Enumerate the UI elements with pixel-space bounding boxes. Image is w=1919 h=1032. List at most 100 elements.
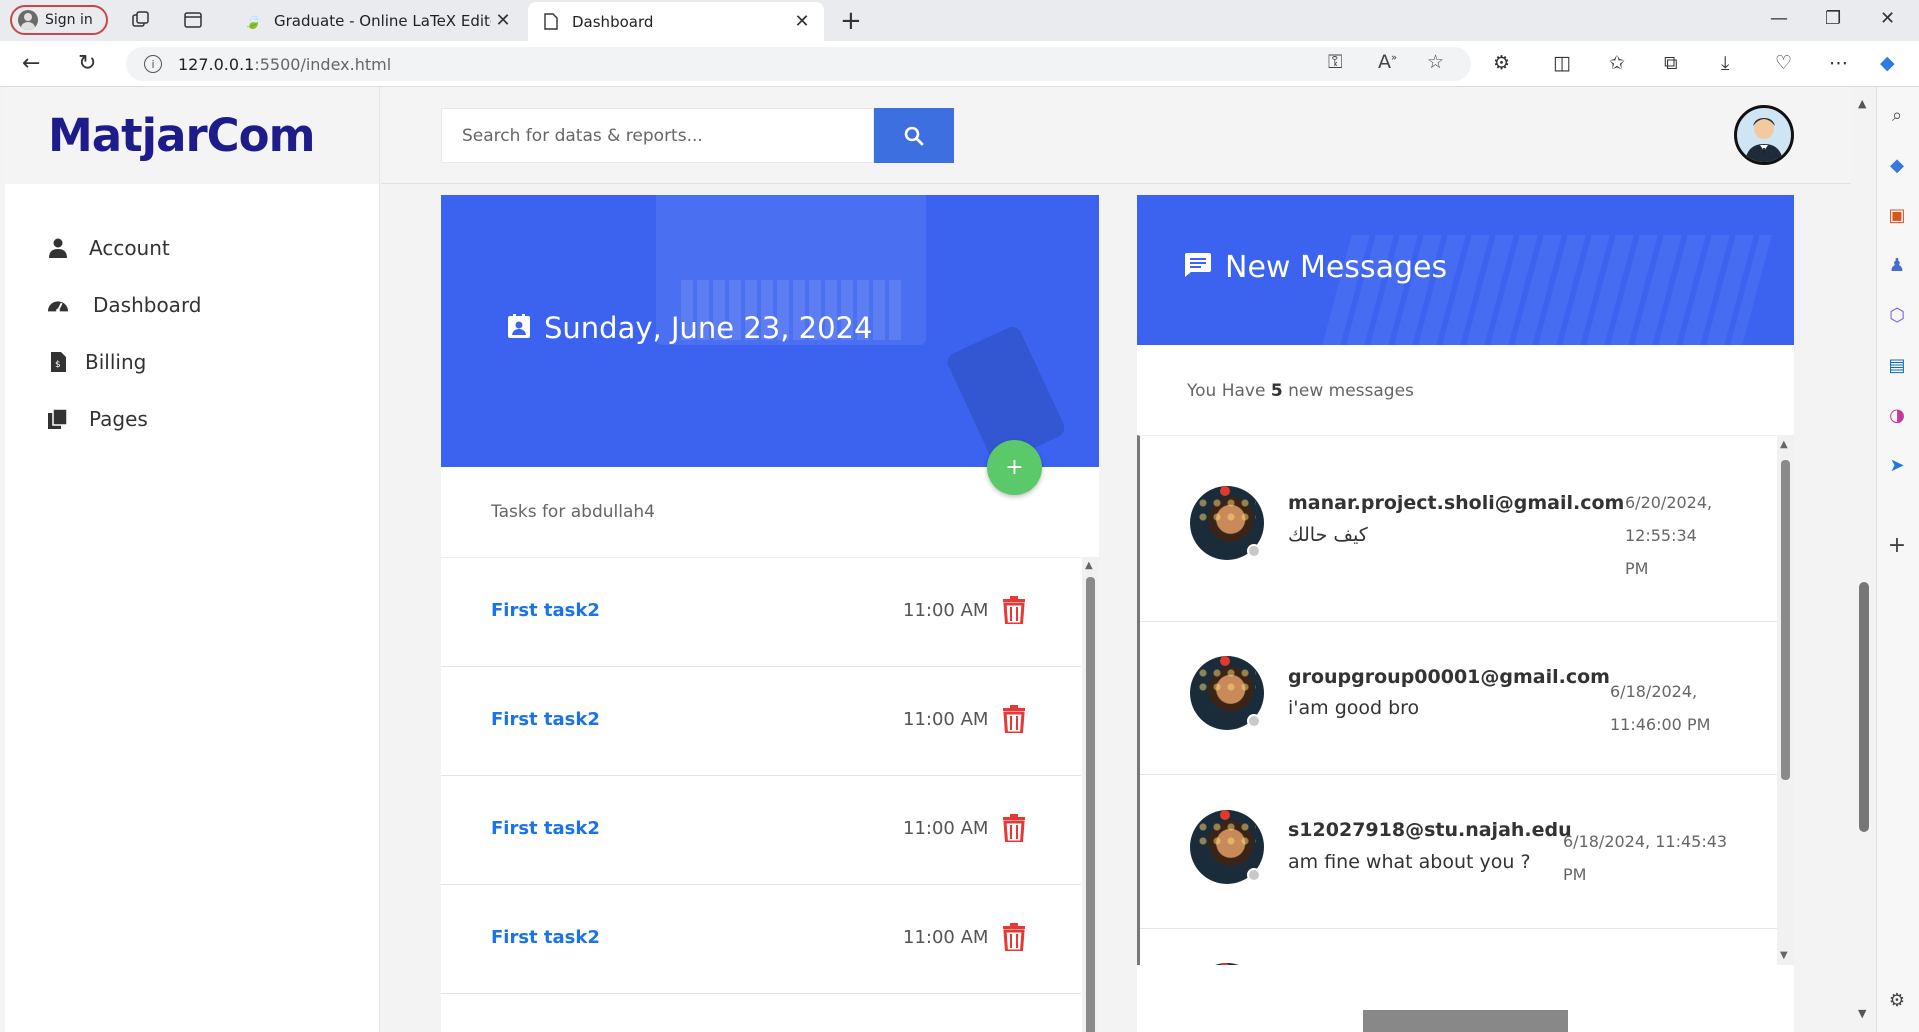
scroll-down-icon[interactable]: ▼	[1780, 950, 1788, 961]
task-row: First task2 11:00 AM	[441, 885, 1081, 994]
close-tab-icon[interactable]: ✕	[790, 11, 814, 32]
sidebar-item-pages[interactable]: Pages	[47, 407, 148, 431]
message-time: 6/18/2024, 11:46:00 PM	[1610, 675, 1710, 741]
message-list: manar.project.sholi@gmail.com كيف حالك 6…	[1137, 435, 1777, 965]
page-icon	[542, 13, 560, 31]
scroll-up-icon[interactable]: ▲	[1085, 560, 1093, 571]
delete-task-icon[interactable]	[1003, 923, 1025, 955]
profile-icon	[18, 10, 38, 30]
task-time: 11:00 AM	[903, 709, 989, 730]
extensions-icon[interactable]: ⚙	[1493, 52, 1510, 74]
task-row: First task2 11:00 AM	[441, 667, 1081, 776]
task-time: 11:00 AM	[903, 818, 989, 839]
top-bar: Search for datas & reports...	[381, 87, 1851, 184]
m365-icon[interactable]: ⬡	[1882, 300, 1912, 330]
info-icon[interactable]: i	[144, 55, 162, 73]
scroll-up-icon[interactable]: ▲	[1780, 439, 1788, 450]
task-name-link[interactable]: First task2	[491, 927, 600, 948]
back-icon[interactable]: ←	[22, 51, 40, 76]
designer-icon[interactable]: ◑	[1882, 400, 1912, 430]
message-time: 6/20/2024, 12:55:34 PM	[1625, 486, 1712, 585]
message-time-line: 6/18/2024, 11:45:43	[1563, 832, 1728, 851]
scrollbar-thumb[interactable]	[1781, 460, 1790, 780]
task-name-link[interactable]: First task2	[491, 600, 600, 621]
scroll-down-icon[interactable]: ▼	[1858, 1007, 1866, 1020]
sidebar-item-dashboard[interactable]: Dashboard	[47, 293, 202, 317]
close-window-icon[interactable]: ✕	[1880, 8, 1895, 29]
pages-icon	[47, 409, 69, 429]
minimize-icon[interactable]: —	[1770, 8, 1788, 29]
delete-task-icon[interactable]	[1003, 705, 1025, 737]
task-name-link[interactable]: First task2	[491, 818, 600, 839]
brand-logo[interactable]: MatjarCom	[48, 109, 315, 162]
tab-overleaf[interactable]: 🍃 Graduate - Online LaTeX Editor O ✕	[230, 0, 525, 41]
offline-status-dot	[1247, 714, 1261, 728]
task-row: First task2 11:00 AM	[441, 558, 1081, 667]
add-task-button[interactable]: +	[987, 440, 1042, 495]
page-scrollbar[interactable]: ▲ ▼	[1851, 87, 1876, 1032]
sign-in-button[interactable]: Sign in	[10, 5, 108, 35]
browser-essentials-icon[interactable]: ♡	[1775, 52, 1792, 74]
more-icon[interactable]: ⋯	[1829, 52, 1848, 74]
message-list-scrollbar[interactable]: ▲ ▼	[1777, 435, 1794, 965]
outlook-icon[interactable]: ▤	[1882, 350, 1912, 380]
chat-icon	[1185, 250, 1211, 285]
offline-status-dot	[1247, 868, 1261, 882]
message-time-line: 6/18/2024,	[1610, 682, 1698, 701]
message-row[interactable]: manar.project.sholi@gmail.com كيف حالك 6…	[1140, 436, 1777, 622]
address-bar-row: ← ↻ i 127.0.0.1:5500/index.html	[0, 41, 1919, 87]
tab-dashboard[interactable]: Dashboard ✕	[528, 2, 824, 41]
messages-title: New Messages	[1185, 250, 1447, 285]
messages-card: New Messages You Have 5 new messages man…	[1137, 195, 1794, 1032]
scrollbar-thumb[interactable]	[1859, 582, 1869, 832]
add-icon[interactable]: +	[1882, 530, 1912, 560]
web-page: MatjarCom Search for datas & reports... …	[5, 87, 1851, 1032]
tools-icon[interactable]: ▣	[1882, 200, 1912, 230]
favorite-star-icon[interactable]: ☆	[1427, 51, 1444, 73]
restore-icon[interactable]: ❐	[1825, 8, 1841, 29]
games-icon[interactable]: ♟	[1882, 250, 1912, 280]
delete-task-icon[interactable]	[1003, 814, 1025, 846]
task-time: 11:00 AM	[903, 927, 989, 948]
user-avatar[interactable]	[1734, 105, 1794, 165]
message-time: 6/18/2024, 11:45:43 PM	[1563, 825, 1727, 891]
sidebar-item-account[interactable]: Account	[47, 236, 170, 260]
delete-task-icon[interactable]	[1003, 596, 1025, 628]
load-more-button[interactable]	[1363, 1010, 1568, 1032]
split-screen-icon[interactable]: ◫	[1553, 52, 1571, 74]
url-field[interactable]: i 127.0.0.1:5500/index.html	[126, 47, 1471, 81]
search-button[interactable]	[874, 108, 954, 163]
copilot-icon[interactable]: ◆	[1880, 52, 1895, 74]
refresh-icon[interactable]: ↻	[78, 51, 96, 76]
task-time: 11:00 AM	[903, 600, 989, 621]
task-list-scrollbar[interactable]: ▲	[1082, 557, 1099, 1032]
new-tab-button[interactable]: +	[840, 6, 862, 36]
search-input[interactable]: Search for datas & reports...	[441, 108, 874, 163]
scroll-up-icon[interactable]: ▲	[1858, 97, 1866, 110]
send-icon[interactable]: ➤	[1882, 450, 1912, 480]
favorites-icon[interactable]: ✩	[1609, 52, 1625, 74]
message-row[interactable]: s12027918@stu.najah.edu am fine what abo…	[1140, 775, 1777, 929]
shopping-tag-icon[interactable]: ◆	[1882, 150, 1912, 180]
sender-email: s12027918@stu.najah.edu	[1288, 819, 1572, 841]
current-date: Sunday, June 23, 2024	[508, 311, 872, 345]
message-row[interactable]	[1140, 929, 1777, 965]
search-icon[interactable]: ⌕	[1882, 100, 1912, 130]
collections-icon[interactable]: ⧉	[1664, 52, 1678, 74]
read-aloud-icon[interactable]: A»	[1378, 51, 1397, 73]
offline-status-dot	[1247, 544, 1261, 558]
main-content: Sunday, June 23, 2024 + Tasks for abdull…	[381, 184, 1851, 1032]
settings-icon[interactable]: ⚙	[1882, 985, 1912, 1015]
search-icon	[904, 126, 924, 145]
tab-actions-icon[interactable]	[183, 10, 203, 30]
key-icon[interactable]: ⚿	[1328, 51, 1342, 73]
sidebar-item-billing[interactable]: $ Billing	[47, 350, 146, 374]
downloads-icon[interactable]: ⤓	[1721, 52, 1729, 74]
tasks-owner-label: Tasks for abdullah4	[491, 502, 655, 522]
task-name-link[interactable]: First task2	[491, 709, 600, 730]
workspaces-icon[interactable]	[131, 10, 151, 30]
scrollbar-thumb[interactable]	[1086, 577, 1095, 1032]
message-row[interactable]: groupgroup00001@gmail.com i'am good bro …	[1140, 622, 1777, 775]
message-time-line: PM	[1625, 559, 1649, 578]
close-tab-icon[interactable]: ✕	[491, 10, 515, 31]
